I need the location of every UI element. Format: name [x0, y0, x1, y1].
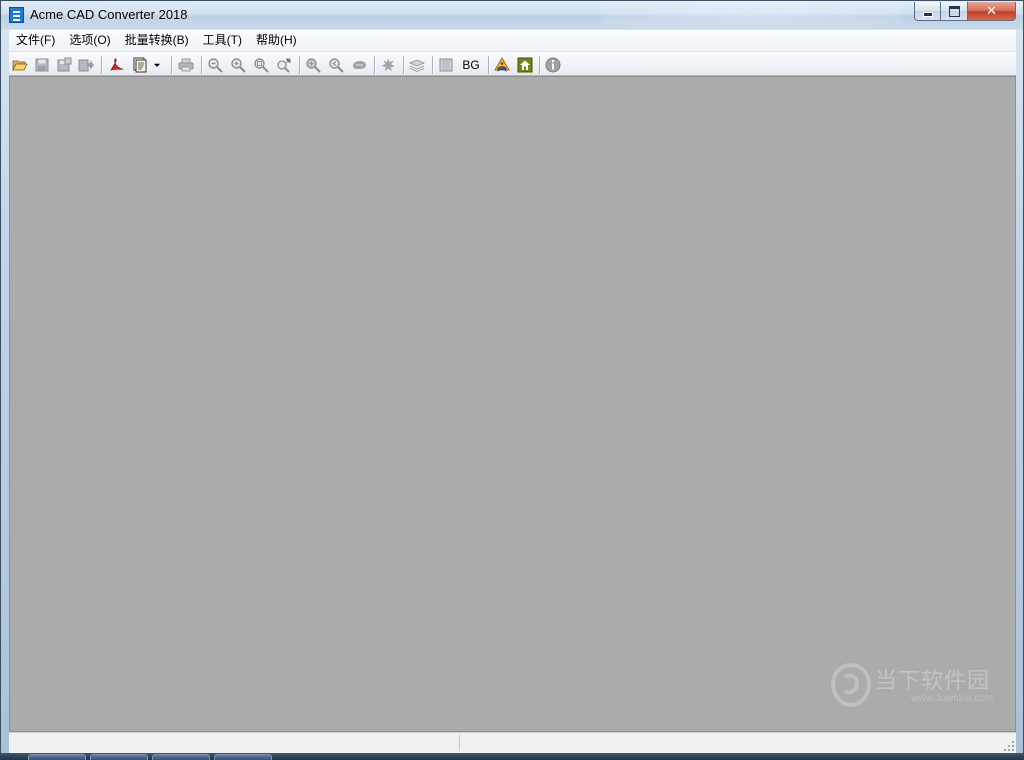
zoom-previous-button[interactable] — [327, 56, 345, 74]
toolbar-separator — [101, 56, 102, 74]
zoom-window-button[interactable] — [252, 56, 270, 74]
status-pane-secondary — [459, 735, 999, 751]
watermark-logo — [831, 663, 871, 707]
help-book-icon — [494, 57, 510, 72]
title-bar-glare — [601, 1, 901, 29]
info-icon — [545, 57, 561, 73]
status-pane-main — [9, 735, 459, 751]
zoom-in-icon — [231, 58, 246, 73]
convert-to-pdf-button[interactable] — [107, 56, 125, 74]
bg-toggle-icon: BG — [462, 58, 480, 72]
minimize-icon — [922, 11, 933, 17]
print-button[interactable] — [177, 56, 195, 74]
close-button[interactable]: ✕ — [968, 2, 1016, 21]
watermark-subtext: www.downxia.com — [911, 693, 994, 704]
save-button[interactable] — [33, 56, 51, 74]
toolbar: BG — [9, 52, 1016, 76]
drawing-canvas[interactable]: 当下软件园 www.downxia.com — [9, 76, 1016, 732]
taskbar-button[interactable] — [28, 754, 86, 760]
toolbar-separator — [488, 56, 489, 74]
layout-button[interactable] — [437, 56, 455, 74]
export-icon — [78, 59, 94, 72]
close-icon: ✕ — [986, 3, 997, 18]
zoom-in-button[interactable] — [229, 56, 247, 74]
taskbar-button[interactable] — [214, 754, 272, 760]
zoom-extents-button[interactable] — [275, 56, 293, 74]
batch-export-button[interactable] — [131, 56, 149, 74]
toolbar-separator — [403, 56, 404, 74]
maximize-icon — [948, 5, 960, 17]
zoom-realtime-button[interactable] — [304, 56, 322, 74]
watermark-text: 当下软件园 — [875, 668, 991, 693]
export-button[interactable] — [77, 56, 95, 74]
window-title: Acme CAD Converter 2018 — [30, 7, 188, 22]
pan-button[interactable] — [350, 56, 368, 74]
print-icon — [178, 58, 194, 72]
zoom-out-icon — [208, 58, 223, 73]
menu-file[interactable]: 文件(F) — [9, 30, 62, 51]
save-icon — [35, 58, 49, 72]
toolbar-separator — [374, 56, 375, 74]
zoom-extents-icon — [277, 58, 291, 73]
menu-bar: 文件(F) 选项(O) 批量转换(B) 工具(T) 帮助(H) — [9, 30, 1016, 51]
taskbar-button[interactable] — [90, 754, 148, 760]
help-button[interactable] — [493, 56, 511, 74]
menu-batch-convert[interactable]: 批量转换(B) — [118, 30, 196, 51]
save-as-icon — [57, 57, 72, 72]
menu-help[interactable]: 帮助(H) — [249, 30, 304, 51]
zoom-out-button[interactable] — [206, 56, 224, 74]
bg-toggle-button[interactable]: BG — [460, 56, 482, 74]
zoom-realtime-icon — [306, 58, 321, 73]
layers-icon — [409, 59, 425, 72]
toolbar-separator — [539, 56, 540, 74]
convert-to-pdf-icon — [110, 58, 124, 71]
zoom-window-icon — [254, 58, 269, 73]
home-icon — [517, 57, 533, 73]
watermark: 当下软件园 www.downxia.com — [831, 661, 1001, 711]
pan-icon — [353, 61, 366, 69]
batch-export-icon — [133, 57, 147, 73]
menu-tools[interactable]: 工具(T) — [196, 30, 249, 51]
layout-icon — [439, 58, 453, 72]
layers-button[interactable] — [408, 56, 426, 74]
toolbar-separator — [432, 56, 433, 74]
status-bar — [9, 732, 1016, 753]
toolbar-separator — [201, 56, 202, 74]
batch-export-dropdown[interactable] — [151, 56, 163, 74]
open-folder-icon — [12, 60, 28, 71]
maximize-button[interactable] — [941, 2, 968, 21]
regen-icon — [381, 58, 395, 72]
taskbar-button[interactable] — [152, 754, 210, 760]
minimize-button[interactable] — [914, 2, 941, 21]
zoom-previous-icon — [329, 58, 344, 73]
app-window: Acme CAD Converter 2018 ✕ 文件(F) 选项(O) 批量… — [0, 0, 1024, 760]
save-as-button[interactable] — [55, 56, 73, 74]
regen-button[interactable] — [379, 56, 397, 74]
dropdown-arrow-icon — [153, 63, 161, 67]
app-icon[interactable] — [9, 7, 24, 23]
menu-options[interactable]: 选项(O) — [62, 30, 117, 51]
open-button[interactable] — [11, 56, 29, 74]
resize-grip[interactable] — [1003, 740, 1014, 751]
toolbar-separator — [171, 56, 172, 74]
title-bar[interactable]: Acme CAD Converter 2018 ✕ — [1, 1, 1023, 29]
toolbar-separator — [299, 56, 300, 74]
info-button[interactable] — [544, 56, 562, 74]
home-button[interactable] — [516, 56, 534, 74]
